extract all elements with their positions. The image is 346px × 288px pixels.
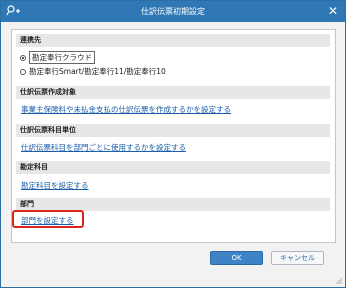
- radio-option-cloud[interactable]: 勘定奉行クラウド: [20, 51, 95, 64]
- radio-label-cloud: 勘定奉行クラウド: [29, 51, 95, 64]
- window-title: 仕訳伝票初期設定: [141, 7, 205, 16]
- radio-unselected-icon[interactable]: [20, 68, 26, 75]
- section-header-account: 勘定科目: [16, 161, 330, 174]
- resize-grip-icon[interactable]: [335, 277, 342, 284]
- link-subject-unit-settings[interactable]: 仕訳伝票科目を部門ごとに使用するかを設定する: [21, 142, 186, 153]
- close-icon[interactable]: ✕: [325, 3, 341, 19]
- ok-button[interactable]: OK: [210, 251, 263, 265]
- settings-dialog: 仕訳伝票初期設定 ✕ 連携先 勘定奉行クラウド 勘定奉行Smart/勘定奉行11…: [0, 0, 346, 288]
- link-account-settings[interactable]: 勘定科目を設定する: [21, 180, 89, 191]
- radio-selected-icon[interactable]: [20, 54, 26, 61]
- section-header-subject-unit: 仕訳伝票科目単位: [16, 124, 330, 137]
- radio-option-smart[interactable]: 勘定奉行Smart/勘定奉行11/勘定奉行10: [20, 66, 166, 77]
- cancel-button[interactable]: キャンセル: [271, 251, 324, 265]
- title-bar[interactable]: 仕訳伝票初期設定 ✕: [1, 1, 345, 22]
- highlight-box: [12, 210, 84, 228]
- link-target-settings[interactable]: 事業主保険料や未払金支払の仕訳伝票を作成するかを設定する: [21, 104, 231, 115]
- radio-label-smart: 勘定奉行Smart/勘定奉行11/勘定奉行10: [29, 67, 166, 76]
- section-header-link-dest: 連携先: [16, 34, 330, 47]
- section-header-target: 仕訳伝票作成対象: [16, 86, 330, 99]
